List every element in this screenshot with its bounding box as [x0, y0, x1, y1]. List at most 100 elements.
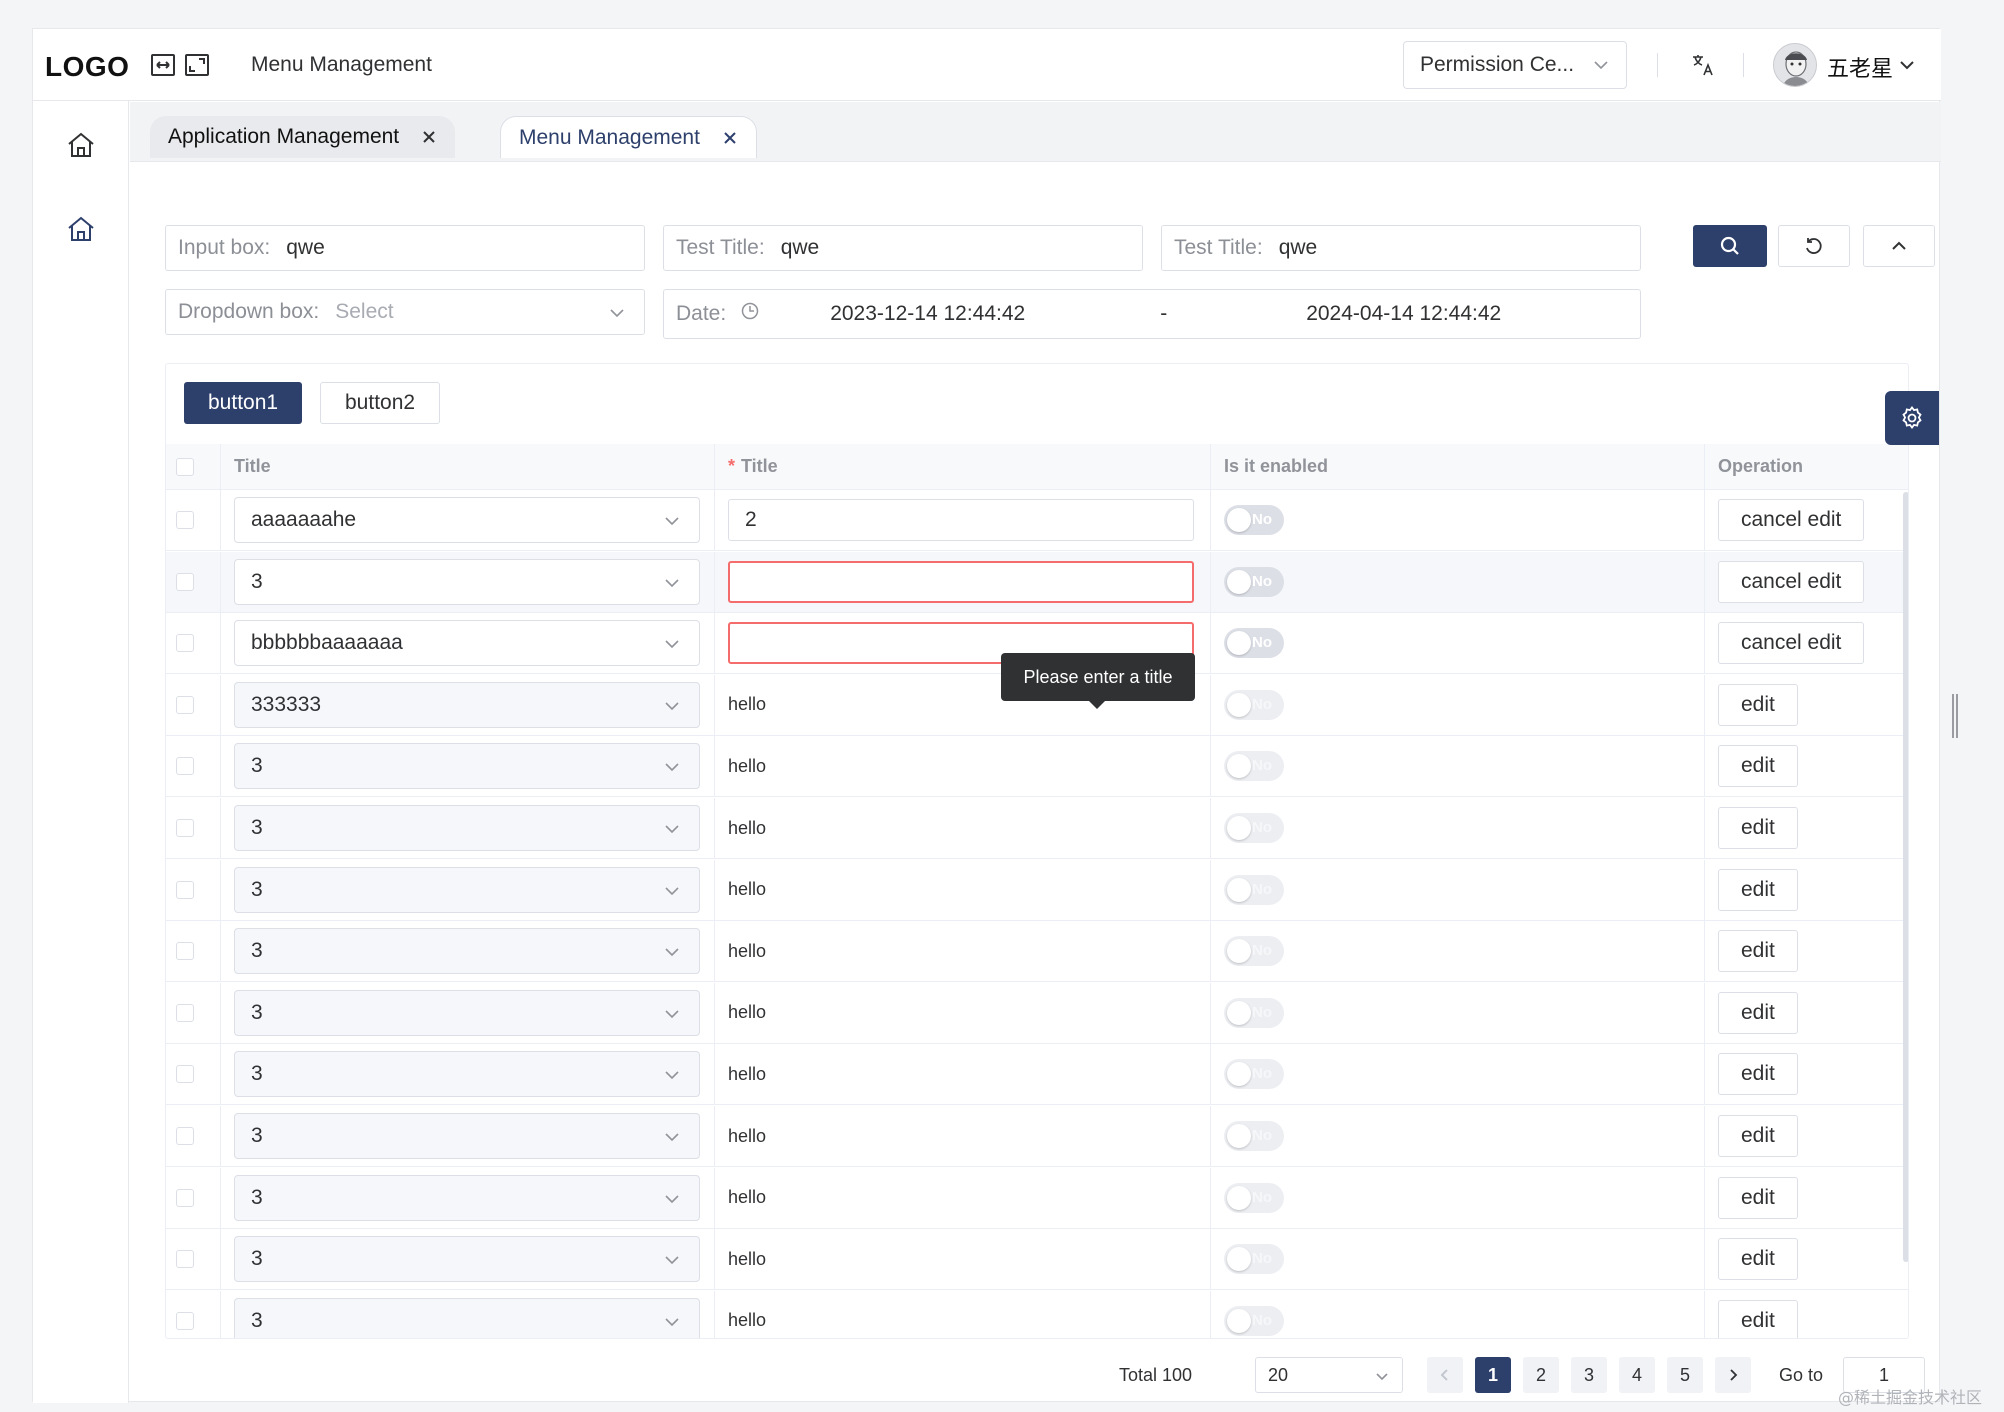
header-title: Title — [234, 456, 271, 476]
select-all-checkbox[interactable] — [176, 444, 194, 489]
edit-button[interactable]: edit — [1718, 1238, 1798, 1281]
page-3[interactable]: 3 — [1571, 1357, 1607, 1393]
prev-page-button[interactable] — [1427, 1357, 1463, 1393]
tab-application-management[interactable]: Application Management — [150, 116, 456, 158]
select-value: 333333 — [251, 692, 322, 716]
table-row: 3 hello No edit — [166, 859, 1908, 921]
sidebar-item-home-2[interactable] — [63, 211, 99, 247]
title-input[interactable] — [728, 560, 1194, 603]
date-start[interactable]: 2023-12-14 12:44:42 — [830, 302, 1160, 326]
enabled-toggle[interactable]: No — [1224, 566, 1284, 597]
enabled-toggle: No — [1224, 1059, 1284, 1090]
title-input[interactable]: 2 — [728, 499, 1194, 541]
row-checkbox[interactable] — [176, 798, 194, 858]
cancel-edit-button[interactable]: cancel edit — [1718, 622, 1865, 665]
row-checkbox[interactable] — [176, 552, 194, 612]
page-size-select[interactable]: 20 — [1255, 1357, 1403, 1393]
avatar[interactable] — [1773, 43, 1817, 87]
chevron-down-icon — [1376, 1373, 1388, 1381]
input-box-field[interactable]: Input box: qwe — [165, 225, 645, 271]
cancel-edit-button[interactable]: cancel edit — [1718, 499, 1865, 541]
row-checkbox[interactable] — [176, 675, 194, 735]
row-checkbox[interactable] — [176, 736, 194, 796]
edit-button[interactable]: edit — [1718, 868, 1798, 911]
tab-menu-management[interactable]: Menu Management — [500, 116, 757, 158]
clock-icon — [741, 302, 759, 320]
cancel-edit-button[interactable]: cancel edit — [1718, 560, 1865, 603]
row-checkbox[interactable] — [176, 1291, 194, 1338]
select-value: 3 — [251, 877, 263, 901]
toggle-label: No — [1252, 634, 1272, 652]
page-size-value: 20 — [1268, 1364, 1289, 1385]
enabled-toggle[interactable]: No — [1224, 505, 1284, 535]
username[interactable]: 五老星 — [1827, 51, 1893, 83]
date-separator: - — [1160, 302, 1168, 325]
chevron-down-icon — [665, 887, 679, 895]
chevron-down-icon[interactable] — [1897, 55, 1917, 75]
enabled-toggle: No — [1224, 997, 1284, 1028]
row-checkbox[interactable] — [176, 860, 194, 920]
title-select[interactable]: 3 — [234, 558, 700, 605]
settings-button[interactable] — [1885, 391, 1939, 445]
chevron-down-icon — [665, 1195, 679, 1203]
edit-button[interactable]: edit — [1718, 683, 1798, 726]
filter-label: Test Title: — [1174, 236, 1263, 259]
date-end[interactable]: 2024-04-14 12:44:42 — [1306, 302, 1501, 326]
toggle-label: No — [1252, 880, 1272, 898]
edit-button[interactable]: edit — [1718, 745, 1798, 788]
page-1[interactable]: 1 — [1475, 1357, 1511, 1393]
search-button[interactable] — [1693, 225, 1767, 267]
resize-handle[interactable] — [1950, 692, 1960, 740]
enabled-toggle: No — [1224, 874, 1284, 905]
title-select[interactable]: aaaaaaahe — [234, 497, 700, 543]
next-page-button[interactable] — [1715, 1357, 1751, 1393]
row-checkbox[interactable] — [176, 490, 194, 550]
enabled-toggle[interactable]: No — [1224, 628, 1284, 659]
translate-icon[interactable] — [1689, 51, 1717, 79]
row-checkbox[interactable] — [176, 1168, 194, 1228]
row-checkbox[interactable] — [176, 921, 194, 981]
edit-button[interactable]: edit — [1718, 807, 1798, 849]
collapse-sidebar-icon[interactable] — [149, 51, 177, 79]
dropdown-box-field[interactable]: Dropdown box: Select — [165, 289, 645, 335]
title-select: 3 — [234, 1113, 700, 1159]
toggle-label: No — [1252, 757, 1272, 775]
title-text: hello — [728, 940, 767, 961]
table-row: 3 hello No edit — [166, 921, 1908, 983]
row-checkbox[interactable] — [176, 613, 194, 673]
fullscreen-icon[interactable] — [183, 51, 211, 79]
edit-button[interactable]: edit — [1718, 1115, 1798, 1157]
row-checkbox[interactable] — [176, 983, 194, 1043]
chevron-down-icon — [665, 948, 679, 957]
button2[interactable]: button2 — [320, 382, 441, 424]
edit-button[interactable]: edit — [1718, 1299, 1798, 1338]
row-checkbox[interactable] — [176, 1044, 194, 1104]
page-2[interactable]: 2 — [1523, 1357, 1559, 1393]
row-checkbox[interactable] — [176, 1229, 194, 1289]
edit-button[interactable]: edit — [1718, 1053, 1798, 1096]
filter-placeholder: Select — [335, 300, 394, 323]
title-text: hello — [728, 1002, 767, 1023]
date-range-field[interactable]: Date: 2023-12-14 12:44:42 - 2024-04-14 1… — [663, 289, 1641, 339]
title-text: hello — [728, 1187, 767, 1208]
close-icon[interactable] — [421, 129, 437, 145]
page-4[interactable]: 4 — [1619, 1357, 1655, 1393]
page-5[interactable]: 5 — [1667, 1357, 1703, 1393]
reset-button[interactable] — [1778, 225, 1850, 267]
title-select[interactable]: bbbbbbaaaaaaa — [234, 620, 700, 667]
table-scrollbar[interactable] — [1903, 492, 1908, 1262]
permission-select[interactable]: Permission Ce... — [1403, 41, 1627, 89]
row-checkbox[interactable] — [176, 1106, 194, 1166]
chevron-down-icon — [665, 1256, 679, 1265]
test-title-field-2[interactable]: Test Title: qwe — [1161, 225, 1641, 271]
sidebar-item-home[interactable] — [63, 127, 99, 163]
edit-button[interactable]: edit — [1718, 991, 1798, 1034]
close-icon[interactable] — [722, 130, 738, 146]
edit-button[interactable]: edit — [1718, 930, 1798, 973]
button1[interactable]: button1 — [184, 382, 303, 424]
collapse-filters-button[interactable] — [1863, 225, 1935, 267]
enabled-toggle: No — [1224, 689, 1284, 720]
filter-value: qwe — [286, 236, 325, 259]
edit-button[interactable]: edit — [1718, 1176, 1798, 1219]
test-title-field-1[interactable]: Test Title: qwe — [663, 225, 1143, 271]
